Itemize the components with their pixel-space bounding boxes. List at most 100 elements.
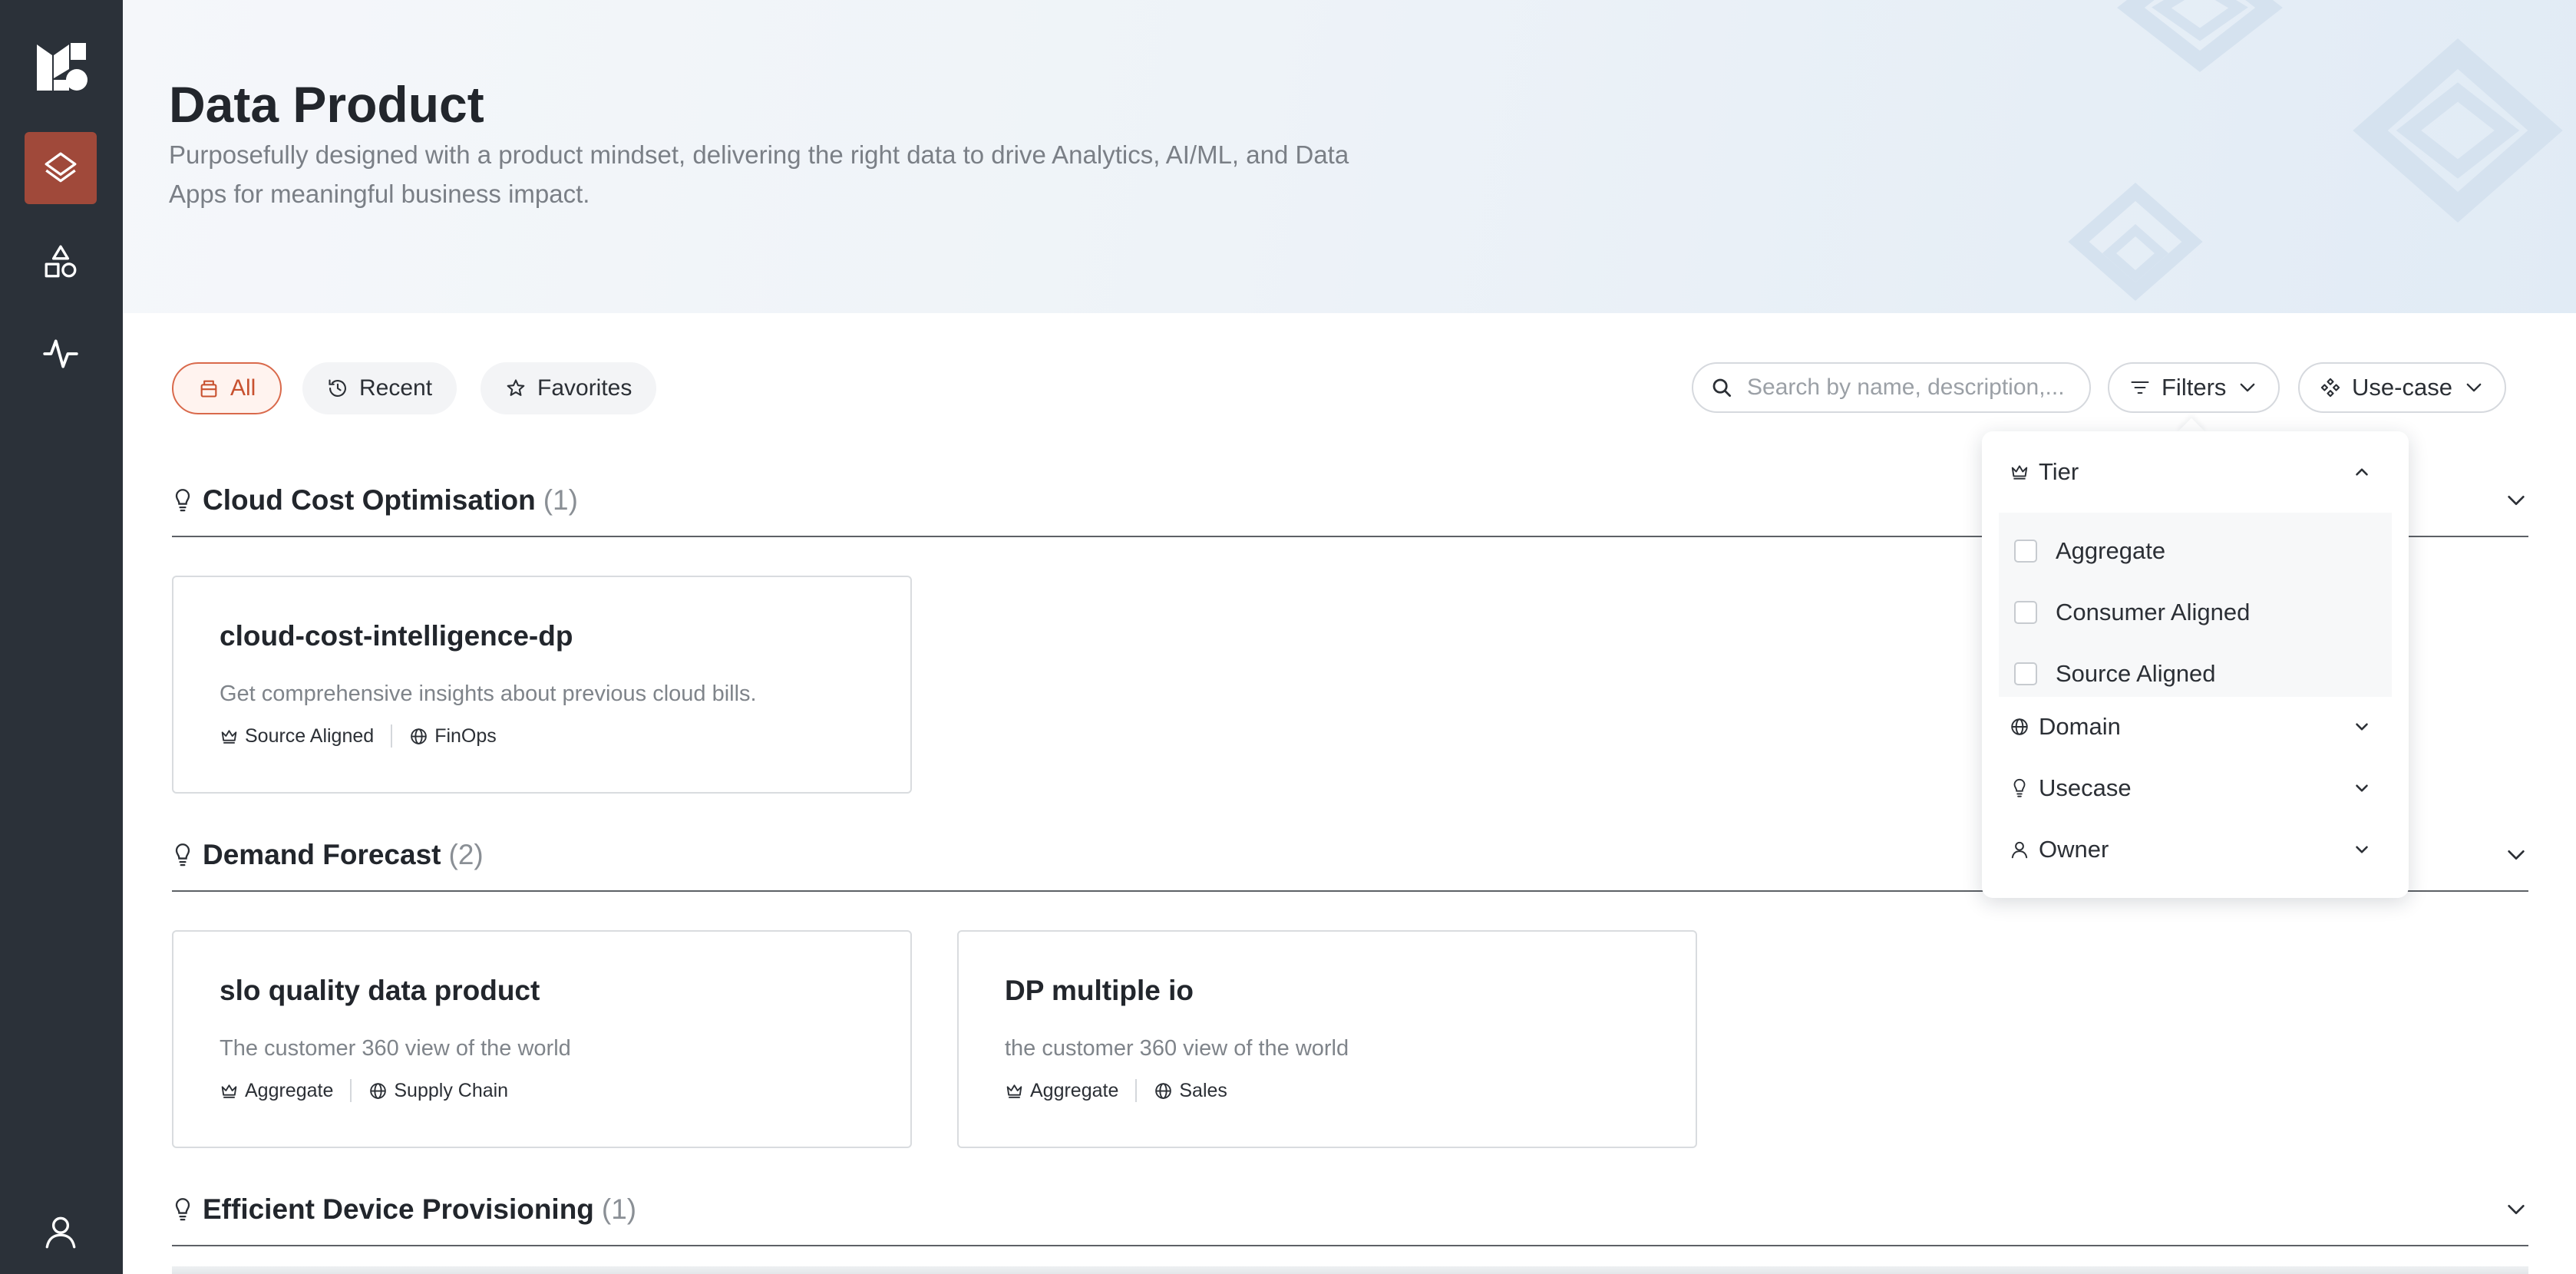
sidebar-item-resources[interactable] [25,226,97,298]
filter-group-domain[interactable]: Domain [1999,701,2392,752]
section-divider [172,1245,2528,1246]
section-count: (1) [601,1193,637,1225]
card-title: slo quality data product [220,975,540,1006]
usecase-label: Use-case [2352,374,2452,401]
card-description: Get comprehensive insights about previou… [220,682,757,706]
page-subtitle: Purposefully designed with a product min… [169,140,1349,208]
section-count: (2) [448,839,484,870]
sidebar-item-data-products[interactable] [25,132,97,204]
section-header[interactable]: Efficient Device Provisioning (1) [172,1191,2528,1228]
star-icon [507,379,525,396]
filter-option-aggregate[interactable]: Aggregate [2014,528,2165,574]
section-count: (1) [543,484,578,516]
card-description: the customer 360 view of the world [1005,1036,1349,1061]
layers-icon [45,152,77,183]
search-box[interactable] [1692,362,2091,413]
filters-button[interactable]: Filters [2108,362,2280,413]
filter-option-label: Aggregate [2056,537,2166,564]
card-tags: Source Aligned FinOps [220,724,497,748]
domain-label: Supply Chain [394,1079,509,1101]
box-icon [200,380,217,398]
tab-favorites[interactable]: Favorites [481,362,657,414]
bulb-icon [2013,778,2026,797]
tab-favorites-label: Favorites [537,375,632,401]
data-product-card[interactable]: slo quality data product The customer 36… [172,930,912,1148]
tag-separator [350,1079,352,1102]
tier-label: Aggregate [1030,1079,1119,1101]
tier-label: Source Aligned [245,724,375,747]
tier-tag: Aggregate [1005,1080,1118,1102]
page-title: Data Product [169,76,484,133]
chevron-down-icon [2466,383,2482,392]
filters-dropdown: Tier Aggregate Consumer Aligned Source A… [1982,431,2409,898]
checkbox[interactable] [2014,662,2037,685]
chevron-down-icon[interactable] [2504,1197,2528,1222]
checkbox[interactable] [2014,601,2037,624]
globe-icon [1155,1082,1172,1099]
shapes-icon [45,245,77,278]
chevron-down-icon [2356,846,2368,853]
domain-label: Sales [1179,1079,1227,1101]
search-icon [1712,378,1731,397]
checkbox[interactable] [2014,540,2037,563]
filter-group-tier[interactable]: Tier [1999,447,2392,497]
filter-group-owner[interactable]: Owner [1999,824,2392,875]
globe-icon [411,728,427,744]
tab-all-label: All [230,375,256,401]
tab-recent-label: Recent [359,375,433,401]
tag-separator [391,724,393,748]
chevron-down-icon [2241,383,2255,392]
search-input[interactable] [1747,375,2069,401]
decorative-pattern [2068,0,2563,301]
card-tags: Aggregate Supply Chain [220,1079,508,1102]
sidebar-profile[interactable] [25,1196,97,1268]
chevron-down-icon [2356,784,2368,792]
tab-all[interactable]: All [172,362,282,414]
section-title: Efficient Device Provisioning [203,1193,594,1225]
chevron-up-icon [2356,468,2368,476]
crown-icon [221,729,237,744]
data-product-card[interactable]: DP multiple io the customer 360 view of … [957,930,1697,1148]
history-icon [329,379,346,397]
scroll-edge [172,1266,2528,1274]
data-product-card[interactable]: cloud-cost-intelligence-dp Get comprehen… [172,576,912,794]
domain-tag: Supply Chain [368,1080,508,1102]
card-tags: Aggregate Sales [1005,1079,1227,1102]
tier-options: Aggregate Consumer Aligned Source Aligne… [1999,513,2392,697]
sidebar-item-observability[interactable] [25,318,97,390]
section-title: Cloud Cost Optimisation [203,484,536,516]
crown-icon [1006,1084,1022,1098]
tag-separator [1135,1079,1138,1102]
chevron-down-icon[interactable] [2504,843,2528,867]
filter-option-consumer-aligned[interactable]: Consumer Aligned [2014,589,2250,635]
tab-recent[interactable]: Recent [302,362,457,414]
user-icon [45,1216,76,1249]
chevron-down-icon[interactable] [2504,488,2528,513]
usecase-button[interactable]: Use-case [2298,362,2506,413]
user-icon [2011,841,2028,859]
filter-icon [2131,381,2149,394]
domain-tag: Sales [1154,1080,1227,1102]
filter-option-source-aligned[interactable]: Source Aligned [2014,651,2216,697]
chevron-down-icon [2356,723,2368,731]
section-title: Demand Forecast [203,839,441,870]
filter-group-label: Tier [2039,458,2079,485]
card-title: cloud-cost-intelligence-dp [220,620,573,652]
filter-group-usecase[interactable]: Usecase [1999,763,2392,814]
page-header: Data Product Purposefully designed with … [123,0,2576,313]
filter-group-label: Domain [2039,713,2121,740]
bulb-icon [175,843,190,866]
filter-option-label: Consumer Aligned [2056,599,2251,625]
sidebar [0,0,123,1274]
filter-option-label: Source Aligned [2056,660,2216,687]
activity-icon [43,339,78,368]
domain-label: FinOps [434,724,497,747]
logo-icon[interactable] [34,38,89,94]
usecase-icon [2320,378,2340,398]
domain-tag: FinOps [409,725,497,748]
globe-icon [2011,718,2028,735]
tier-label: Aggregate [245,1079,334,1101]
bulb-icon [175,1198,190,1221]
tier-tag: Source Aligned [220,725,374,748]
tier-tag: Aggregate [220,1080,333,1102]
